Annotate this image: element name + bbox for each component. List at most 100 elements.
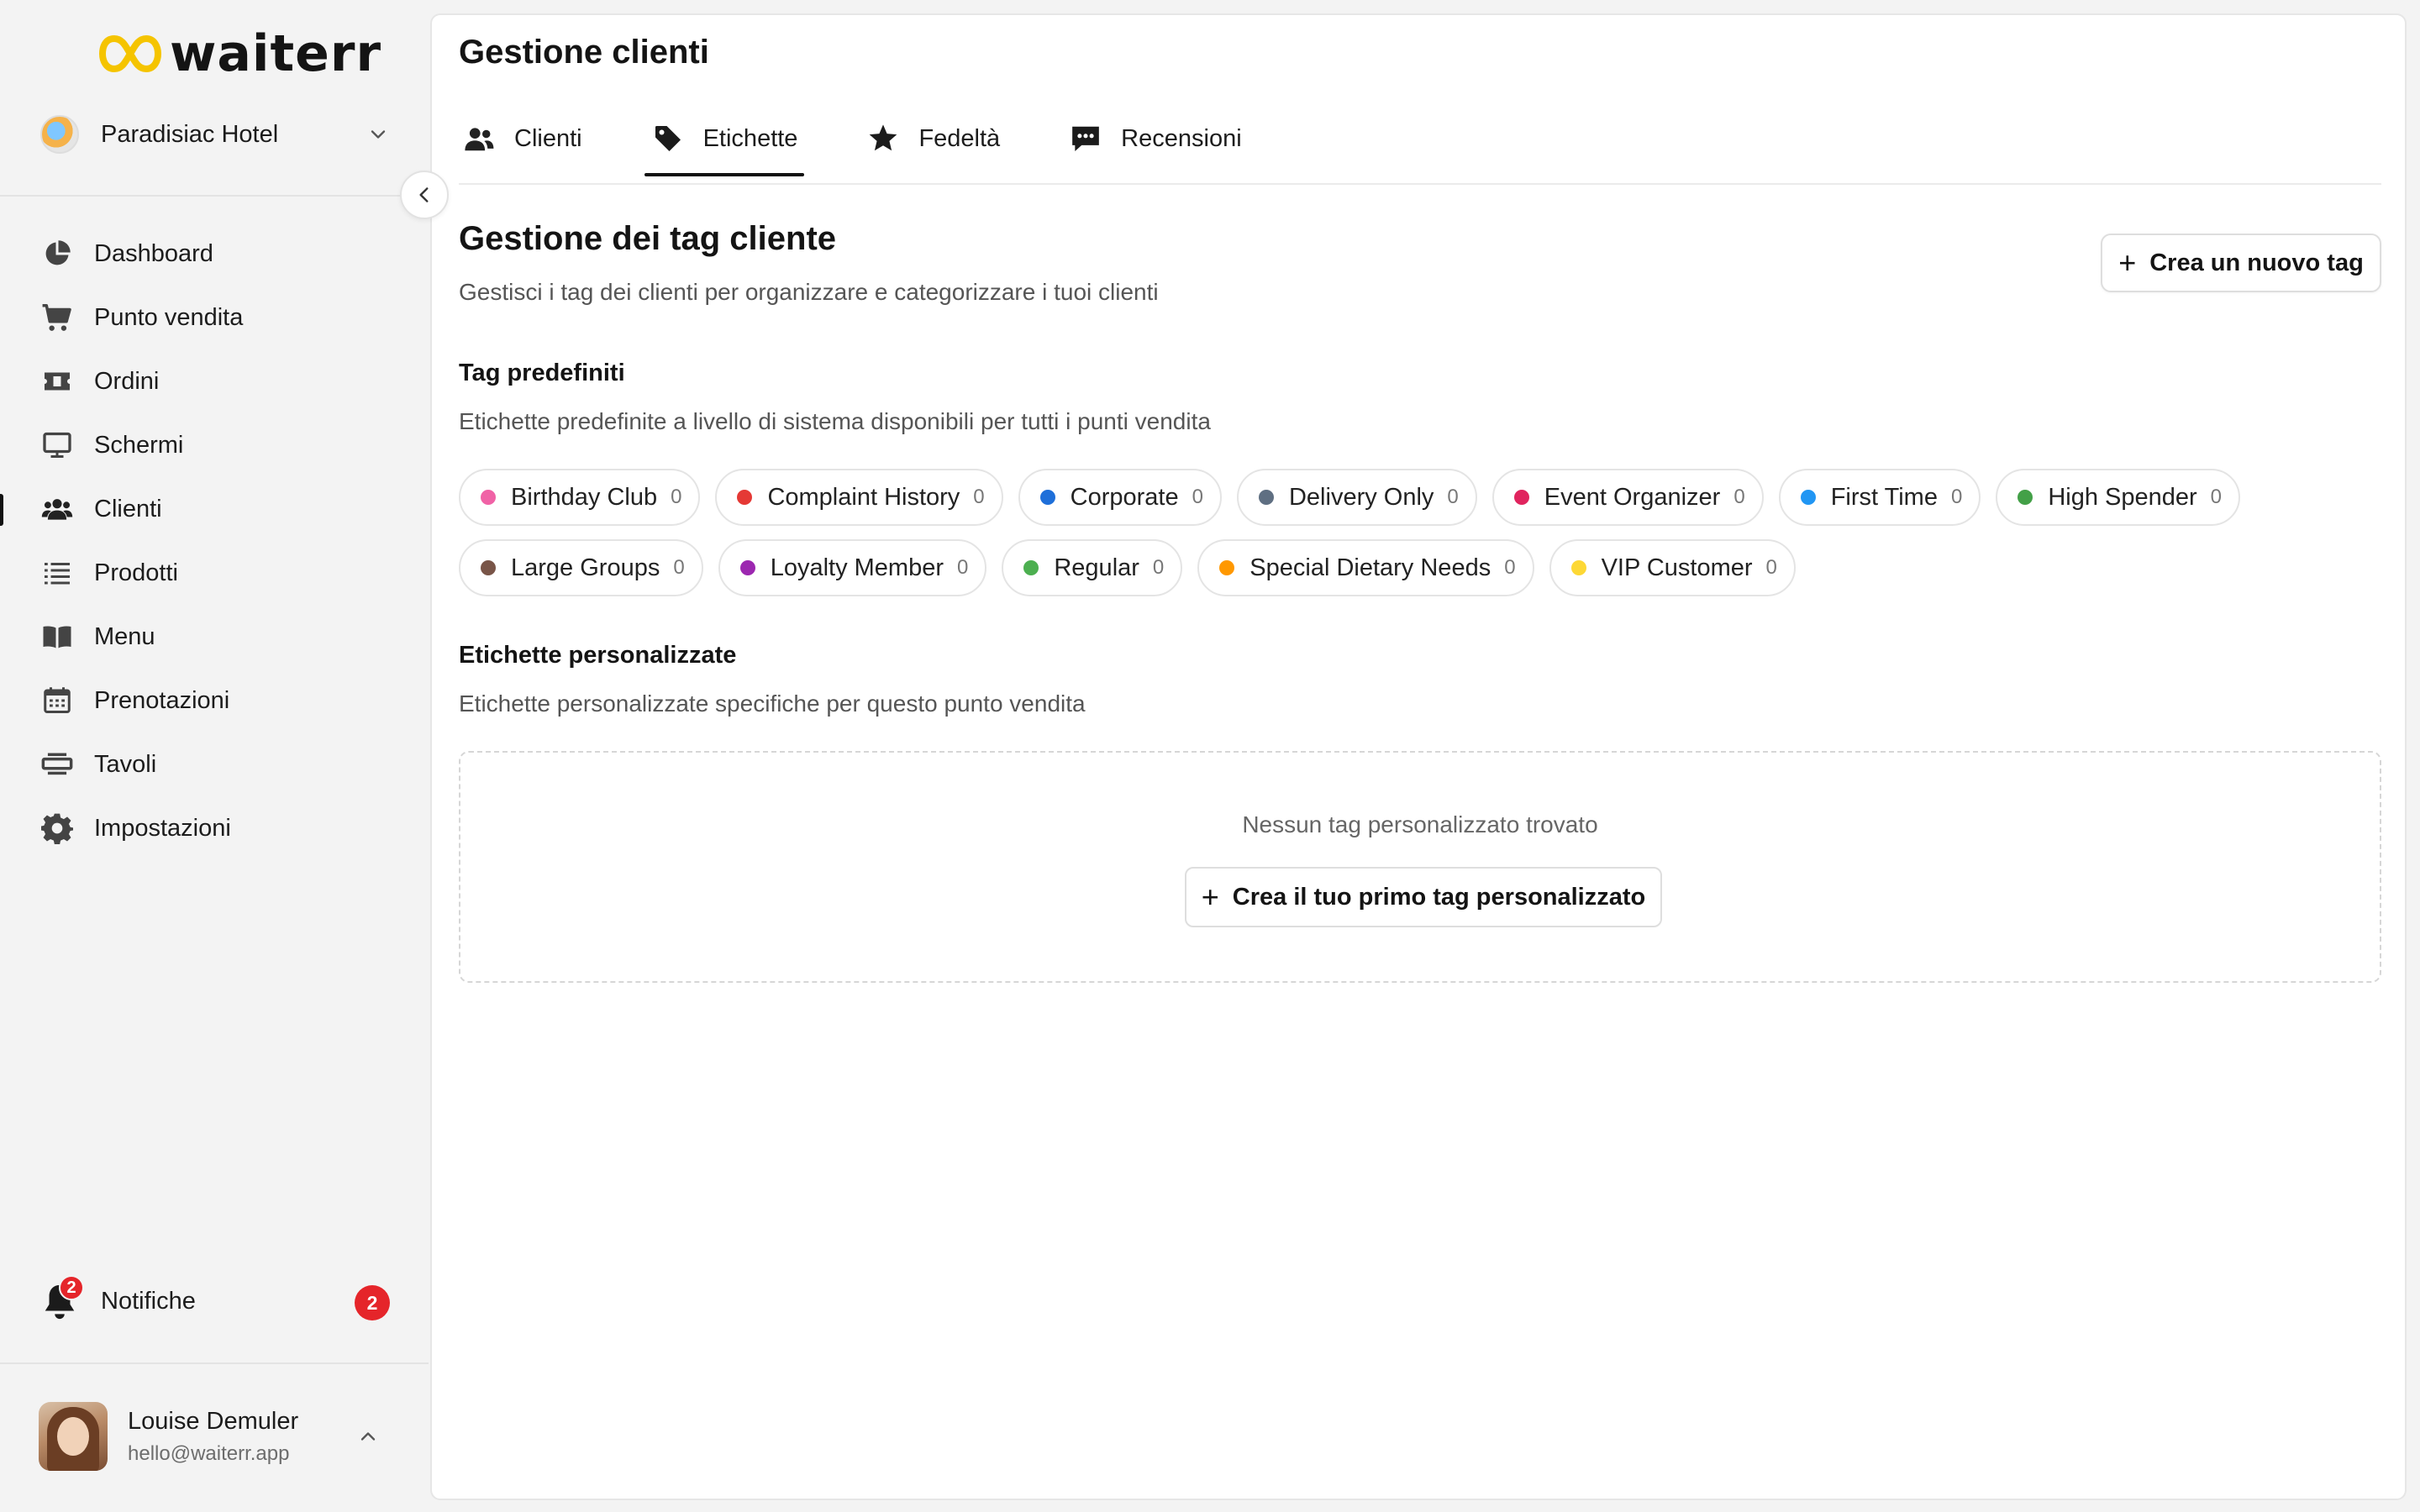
star-icon [866,122,900,155]
plus-icon: + [1201,879,1219,914]
notification-count-badge: 2 [355,1285,390,1320]
sidebar-item-label: Clienti [94,495,162,522]
tag-chip[interactable]: First Time 0 [1778,469,1981,526]
tag-color-dot [737,490,753,505]
tag-chip[interactable]: Complaint History 0 [715,469,1003,526]
tag-color-dot [481,560,496,575]
user-email: hello@waiterr.app [128,1441,290,1465]
tab-label: Recensioni [1121,124,1242,152]
sidebar-item-schermi[interactable]: Schermi [0,413,429,477]
user-name: Louise Demuler [128,1407,299,1435]
tag-count: 0 [2210,486,2223,508]
tag-chip[interactable]: VIP Customer 0 [1549,539,1796,596]
tag-color-dot [1258,490,1274,505]
sidebar-item-label: Ordini [94,367,160,395]
tag-count: 0 [1192,486,1203,508]
tag-name: Special Dietary Needs [1249,554,1491,581]
section-title: Gestione dei tag cliente [459,220,837,257]
tag-chip[interactable]: Birthday Club 0 [459,469,701,526]
sidebar-item-label: Prenotazioni [94,686,230,714]
tag-count: 0 [1733,486,1745,508]
sidebar-item-impostazioni[interactable]: Impostazioni [0,796,429,860]
tag-color-dot [1039,490,1055,505]
main-nav: Dashboard Punto vendita Ordini Schermi C… [0,222,429,860]
sidebar-item-label: Menu [94,622,155,650]
custom-tags-empty-state: Nessun tag personalizzato trovato + Crea… [459,751,2381,983]
bell-icon: 2 [40,1275,84,1320]
tab-fedelta[interactable]: Fedeltà [860,101,1007,176]
tag-color-dot [2018,490,2033,505]
tag-name: Event Organizer [1544,483,1721,511]
custom-tags-description: Etichette personalizzate specifiche per … [459,690,1086,717]
tag-count: 0 [1504,556,1516,579]
pie-chart-icon [40,237,74,270]
comment-icon [1069,122,1102,155]
sidebar-divider [0,1362,429,1364]
sidebar-item-label: Schermi [94,431,184,459]
create-new-tag-button[interactable]: + Crea un nuovo tag [2101,234,2381,292]
tag-chip[interactable]: Regular 0 [1002,539,1183,596]
tag-icon [651,122,685,155]
sidebar-item-label: Tavoli [94,750,157,778]
tag-color-dot [1513,490,1529,505]
sidebar-item-label: Dashboard [94,239,213,267]
sidebar-item-label: Impostazioni [94,814,231,842]
tag-color-dot [1570,560,1586,575]
gear-icon [40,811,74,845]
venue-logo [40,115,79,154]
tag-name: High Spender [2048,483,2197,511]
notifications-button[interactable]: 2 Notifiche 2 [40,1275,393,1326]
plus-icon: + [2118,245,2137,280]
tag-count: 0 [1765,556,1777,579]
tag-color-dot [739,560,755,575]
tag-name: First Time [1830,483,1938,511]
tag-chip[interactable]: Event Organizer 0 [1491,469,1764,526]
table-icon [40,748,74,781]
sidebar-item-label: Punto vendita [94,303,244,331]
tag-count: 0 [973,486,985,508]
tag-chip[interactable]: Large Groups 0 [459,539,703,596]
book-icon [40,620,74,654]
avatar [39,1402,108,1471]
tab-label: Fedeltà [918,124,1001,152]
sidebar-item-menu[interactable]: Menu [0,605,429,669]
tag-name: Birthday Club [511,483,658,511]
predefined-tags-row-1: Birthday Club 0 Complaint History 0 Corp… [459,469,2255,526]
tag-count: 0 [1447,486,1459,508]
tag-chip[interactable]: Loyalty Member 0 [718,539,987,596]
sidebar-item-clienti[interactable]: Clienti [0,477,429,541]
tag-chip[interactable]: Special Dietary Needs 0 [1197,539,1534,596]
venue-selector[interactable]: Paradisiac Hotel [40,113,393,156]
tag-chip[interactable]: Corporate 0 [1018,469,1222,526]
tag-count: 0 [1950,486,1963,508]
tab-clienti[interactable]: Clienti [455,101,589,176]
sidebar-item-prenotazioni[interactable]: Prenotazioni [0,669,429,732]
tag-color-dot [481,490,496,505]
tag-name: Complaint History [767,483,960,511]
empty-state-text: Nessun tag personalizzato trovato [1242,811,1598,837]
user-menu[interactable]: Louise Demuler hello@waiterr.app [39,1401,392,1472]
sidebar-item-punto-vendita[interactable]: Punto vendita [0,286,429,349]
tag-chip[interactable]: Delivery Only 0 [1236,469,1477,526]
calendar-icon [40,684,74,717]
chevron-left-icon [419,187,429,202]
collapse-sidebar-button[interactable] [400,171,449,219]
tab-recensioni[interactable]: Recensioni [1062,101,1248,176]
sidebar: waiterr Paradisiac Hotel Dashboard Punto… [0,0,449,1512]
tab-etichette[interactable]: Etichette [644,101,805,176]
sidebar-item-tavoli[interactable]: Tavoli [0,732,429,796]
tag-chip[interactable]: High Spender 0 [1996,469,2241,526]
tag-count: 0 [957,556,969,579]
tag-name: Loyalty Member [770,554,944,581]
sidebar-item-dashboard[interactable]: Dashboard [0,222,429,286]
brand-name: waiterr [170,24,382,83]
tab-label: Clienti [514,124,582,152]
sidebar-item-ordini[interactable]: Ordini [0,349,429,413]
tab-label: Etichette [702,124,798,152]
create-first-custom-tag-button[interactable]: + Crea il tuo primo tag personalizzato [1185,867,1662,927]
chevron-up-icon [360,1432,376,1441]
sidebar-item-prodotti[interactable]: Prodotti [0,541,429,605]
tag-color-dot [1023,560,1039,575]
tag-count: 0 [671,486,682,508]
brand-logo[interactable]: waiterr [99,29,381,79]
